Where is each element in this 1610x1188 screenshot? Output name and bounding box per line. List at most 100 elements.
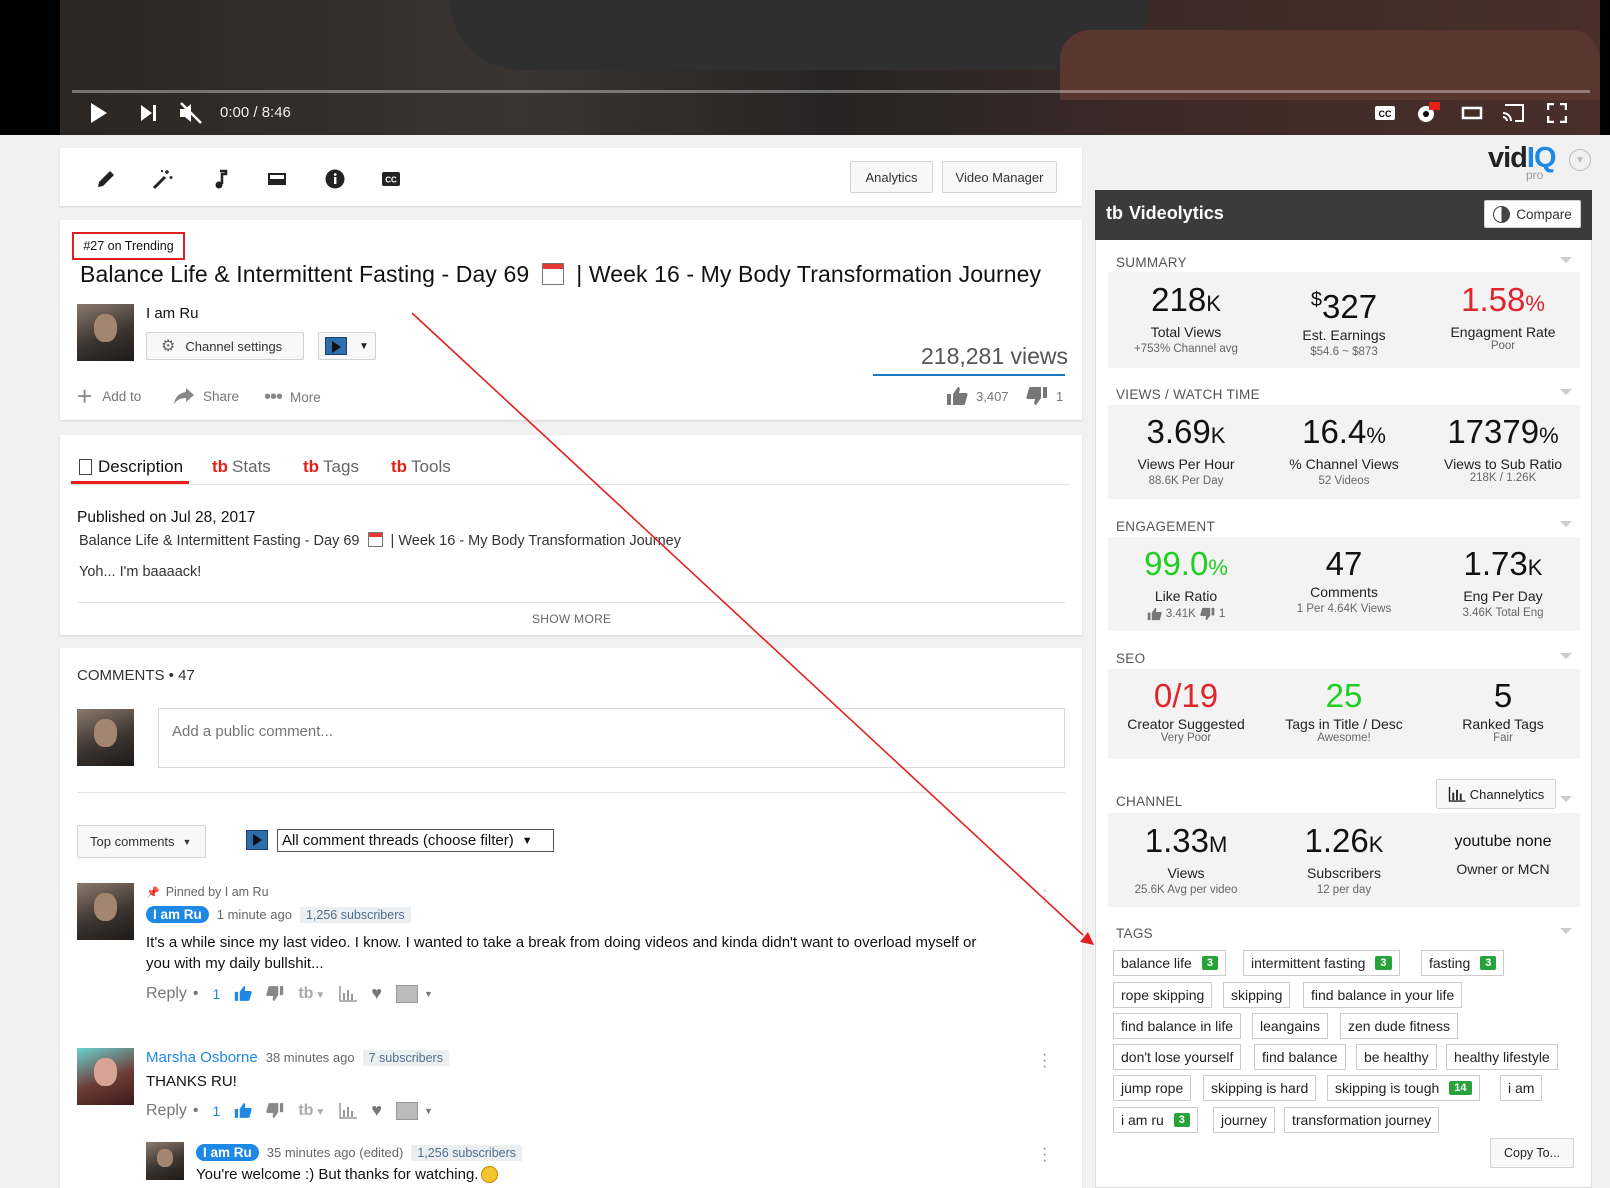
channel-name[interactable]: I am Ru	[146, 305, 199, 322]
tag-text: intermittent fasting	[1251, 955, 1366, 971]
tag-item[interactable]: find balance in your life	[1303, 982, 1463, 1008]
tab-tags[interactable]: tb Tags	[303, 452, 359, 482]
reply-button[interactable]: Reply	[146, 1102, 187, 1120]
tag-item[interactable]: rope skipping	[1113, 982, 1213, 1008]
tag-item[interactable]: find balance	[1254, 1044, 1346, 1070]
heart-icon[interactable]: ♥	[371, 983, 382, 1004]
captions-icon[interactable]: CC	[1368, 96, 1402, 130]
tag-item[interactable]: journey	[1213, 1107, 1275, 1133]
channel-avatar[interactable]	[77, 304, 134, 361]
tag-item[interactable]: skipping is tough 14	[1327, 1075, 1480, 1101]
tag-item[interactable]: fasting 3	[1421, 950, 1505, 976]
videolytics-title: tb Videolytics	[1106, 203, 1224, 224]
reply-button[interactable]: Reply	[146, 985, 187, 1003]
comment-time[interactable]: 35 minutes ago (edited)	[267, 1145, 404, 1160]
vidiq-tb-icon[interactable]: tb ▼	[298, 985, 325, 1003]
compare-button[interactable]: Compare	[1484, 200, 1581, 228]
vidiq-dropdown[interactable]: ▼	[318, 332, 376, 360]
fullscreen-icon[interactable]	[1540, 96, 1574, 130]
play-icon[interactable]	[82, 96, 116, 130]
subtitles-icon[interactable]: CC	[378, 166, 404, 192]
comment-menu-icon[interactable]: · · ·	[1042, 883, 1047, 911]
audio-icon[interactable]	[208, 166, 234, 192]
tag-item[interactable]: don't lose yourself	[1113, 1044, 1242, 1070]
next-icon[interactable]	[132, 96, 166, 130]
heart-icon[interactable]: ♥	[371, 1100, 382, 1121]
collapse-seo-icon[interactable]	[1560, 653, 1572, 659]
collapse-tags-icon[interactable]	[1560, 928, 1572, 934]
author-pill[interactable]: I am Ru	[146, 906, 209, 923]
collapse-views-icon[interactable]	[1560, 389, 1572, 395]
comment-time[interactable]: 38 minutes ago	[266, 1050, 355, 1065]
vidiq-action-dropdown[interactable]: ▼	[396, 984, 433, 1003]
comment-filter-select[interactable]: All comment threads (choose filter) ▼	[277, 829, 554, 852]
collapse-engagement-icon[interactable]	[1560, 521, 1572, 527]
like-button[interactable]: 3,407	[946, 386, 1009, 406]
mute-icon[interactable]	[174, 96, 208, 130]
sort-comments-dropdown[interactable]: Top comments ▼	[77, 825, 206, 858]
tag-item[interactable]: healthy lifestyle	[1446, 1044, 1558, 1070]
reply-avatar[interactable]	[146, 1142, 184, 1180]
tag-item[interactable]: zen dude fitness	[1340, 1013, 1458, 1039]
comment-avatar[interactable]	[77, 1048, 134, 1105]
video-manager-button[interactable]: Video Manager	[942, 161, 1057, 193]
thumbs-down-icon[interactable]	[266, 985, 284, 1002]
tag-item[interactable]: jump rope	[1113, 1075, 1192, 1101]
add-to-button[interactable]: + Add to	[77, 383, 141, 409]
end-screen-icon[interactable]	[264, 166, 290, 192]
comment-input[interactable]	[159, 709, 1064, 754]
channel-settings-button[interactable]: ⚙ Channel settings	[146, 332, 304, 360]
tag-item[interactable]: leangains	[1252, 1013, 1328, 1039]
vidiq-logo[interactable]: vidIQ	[1488, 142, 1557, 175]
video-title-part1: Balance Life & Intermittent Fasting - Da…	[80, 261, 530, 287]
show-more-button[interactable]: SHOW MORE	[532, 612, 611, 626]
thumbs-up-icon[interactable]	[234, 985, 253, 1002]
enhance-wand-icon[interactable]	[150, 166, 176, 192]
edit-icon[interactable]	[93, 166, 119, 192]
video-player[interactable]: 0:00 / 8:46 CC	[0, 0, 1610, 135]
vidiq-action-dropdown[interactable]: ▼	[396, 1101, 433, 1120]
bar-chart-icon[interactable]	[339, 985, 358, 1002]
tag-text: i am	[1508, 1080, 1535, 1096]
thumbs-up-icon[interactable]	[234, 1102, 253, 1119]
channelytics-button[interactable]: Channelytics	[1436, 779, 1556, 809]
tag-item[interactable]: intermittent fasting 3	[1243, 950, 1400, 976]
more-button[interactable]: ••• More	[264, 386, 321, 409]
cast-icon[interactable]	[1497, 96, 1531, 130]
thumbs-up-icon	[1147, 607, 1162, 621]
collapse-summary-icon[interactable]	[1560, 257, 1572, 263]
copy-tags-button[interactable]: Copy To...	[1490, 1138, 1574, 1168]
tab-description[interactable]: Description	[71, 452, 189, 482]
dislike-button[interactable]: 1	[1026, 386, 1063, 406]
vidiq-tb-icon[interactable]: tb ▼	[298, 1102, 325, 1120]
tag-item[interactable]: be healthy	[1356, 1044, 1437, 1070]
tag-item[interactable]: balance life 3	[1113, 950, 1226, 976]
like-ratio-dislikes: 1	[1218, 608, 1226, 620]
progress-bar[interactable]	[72, 90, 1590, 93]
tag-item[interactable]: transformation journey	[1284, 1107, 1440, 1133]
tag-item[interactable]: i am	[1500, 1075, 1543, 1101]
tab-stats[interactable]: tb Stats	[212, 452, 271, 482]
comment-time[interactable]: 1 minute ago	[217, 907, 292, 922]
bar-chart-icon[interactable]	[339, 1102, 358, 1119]
collapse-channel-icon[interactable]	[1560, 796, 1572, 802]
author-pill[interactable]: I am Ru	[196, 1144, 259, 1161]
comment-menu-icon[interactable]: · · ·	[1042, 1047, 1047, 1075]
comment-avatar[interactable]	[77, 883, 134, 940]
comment-author[interactable]: Marsha Osborne	[146, 1049, 258, 1066]
settings-hd-icon[interactable]	[1411, 96, 1445, 130]
tag-item[interactable]: find balance in life	[1113, 1013, 1242, 1039]
comment-menu-icon[interactable]: · · ·	[1042, 1141, 1047, 1169]
tag-item[interactable]: skipping	[1223, 982, 1291, 1008]
tag-item[interactable]: i am ru 3	[1113, 1107, 1198, 1133]
analytics-button[interactable]: Analytics	[850, 161, 933, 193]
thumbs-down-icon[interactable]	[266, 1102, 284, 1119]
info-cards-icon[interactable]	[322, 166, 348, 192]
share-button[interactable]: Share	[173, 387, 239, 405]
vidiq-settings-chevron-icon[interactable]: ▼	[1569, 149, 1591, 171]
tag-item[interactable]: skipping is hard	[1203, 1075, 1317, 1101]
tab-tools[interactable]: tb Tools	[391, 452, 451, 482]
comment-input-box[interactable]	[158, 708, 1065, 768]
theater-mode-icon[interactable]	[1455, 96, 1489, 130]
summary-title: SUMMARY	[1116, 255, 1187, 270]
